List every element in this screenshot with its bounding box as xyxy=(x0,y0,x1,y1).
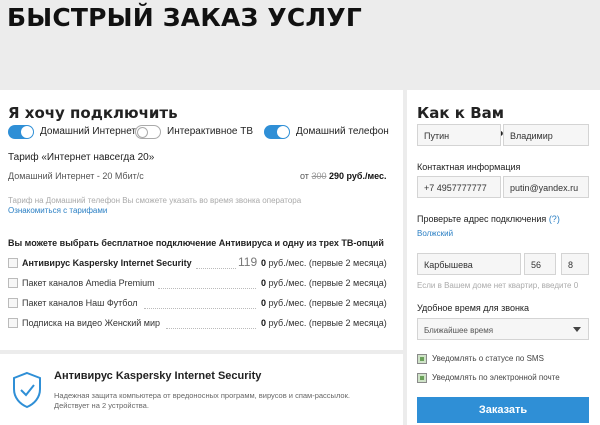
page-title: БЫСТРЫЙ ЗАКАЗ УСЛУГ xyxy=(7,3,362,32)
option-name-amedia: Пакет каналов Amedia Premium xyxy=(22,278,155,288)
antivirus-promo: Антивирус Kaspersky Internet Security На… xyxy=(0,354,403,425)
help-link[interactable]: (?) xyxy=(549,214,560,224)
option-name-nash-futbol: Пакет каналов Наш Футбол xyxy=(22,298,138,308)
option-price-nash-futbol: 0 руб./мес. (первые 2 месяца) xyxy=(261,298,387,308)
time-heading: Удобное время для звонка xyxy=(417,303,530,313)
option-name-zhenskiy-mir: Подписка на видео Женский мир xyxy=(22,318,161,328)
tariffs-link[interactable]: Ознакомиться с тарифами xyxy=(8,206,107,215)
phone-field[interactable]: +7 4957777777 xyxy=(417,176,501,198)
email-notify-label: Уведомлять по электронной почте xyxy=(432,373,560,382)
options-heading: Вы можете выбрать бесплатное подключение… xyxy=(8,238,384,248)
option-checkbox-amedia[interactable] xyxy=(8,278,18,288)
contact-panel: Как к Вам обращаться Путин Владимир Конт… xyxy=(407,90,600,425)
promo-title: Антивирус Kaspersky Internet Security xyxy=(54,370,262,382)
house-field[interactable]: 56 xyxy=(524,253,556,275)
time-select[interactable]: Ближайшее время xyxy=(417,318,589,340)
tariff-note: Тариф на Домашний телефон Вы сможете ука… xyxy=(8,196,302,205)
toggle-home-phone-label: Домашний телефон xyxy=(296,126,389,137)
flat-field[interactable]: 8 xyxy=(561,253,589,275)
price-new: 290 руб./мес. xyxy=(329,171,387,181)
option-checkbox-nash-futbol[interactable] xyxy=(8,298,18,308)
services-panel: Я хочу подключить Домашний Интернет Инте… xyxy=(0,90,403,350)
shield-icon xyxy=(13,371,41,409)
option-checkbox-zhenskiy-mir[interactable] xyxy=(8,318,18,328)
email-field[interactable]: putin@yandex.ru xyxy=(503,176,589,198)
tariff-line: Домашний Интернет - 20 Мбит/с xyxy=(8,171,144,181)
option-name-kaspersky: Антивирус Kaspersky Internet Security xyxy=(22,258,192,268)
last-name-field[interactable]: Путин xyxy=(417,124,501,146)
chevron-down-icon xyxy=(573,327,581,332)
street-field[interactable]: Карбышева xyxy=(417,253,521,275)
leader-dots xyxy=(196,268,236,269)
price-prefix: от xyxy=(300,171,309,181)
contact-info-heading: Контактная информация xyxy=(417,162,521,172)
promo-line-2: Действует на 2 устройства. xyxy=(54,401,149,410)
leader-dots xyxy=(158,288,256,289)
toggle-interactive-tv[interactable] xyxy=(135,125,161,139)
email-notify-checkbox[interactable] xyxy=(417,373,427,383)
address-heading: Проверьте адрес подключения (?) xyxy=(417,214,560,224)
price-old: 300 xyxy=(311,171,327,181)
option-checkbox-kaspersky[interactable] xyxy=(8,258,18,268)
leader-dots xyxy=(144,308,256,309)
option-old-price-kaspersky: 119 xyxy=(238,255,258,269)
city-link[interactable]: Волжский xyxy=(417,229,453,238)
toggle-home-internet[interactable] xyxy=(8,125,34,139)
first-name-field[interactable]: Владимир xyxy=(503,124,589,146)
sms-checkbox[interactable] xyxy=(417,354,427,364)
toggle-home-phone[interactable] xyxy=(264,125,290,139)
option-price-kaspersky: 0 руб./мес. (первые 2 месяца) xyxy=(261,258,387,268)
toggle-interactive-tv-label: Интерактивное ТВ xyxy=(167,126,254,137)
option-price-zhenskiy-mir: 0 руб./мес. (первые 2 месяца) xyxy=(261,318,387,328)
sms-label: Уведомлять о статусе по SMS xyxy=(432,354,544,363)
promo-line-1: Надежная защита компьютера от вредоносны… xyxy=(54,391,350,400)
option-price-amedia: 0 руб./мес. (первые 2 месяца) xyxy=(261,278,387,288)
address-hint: Если в Вашем доме нет квартир, введите 0 xyxy=(417,281,579,290)
leader-dots xyxy=(166,328,256,329)
services-heading: Я хочу подключить xyxy=(8,104,178,122)
order-button[interactable]: Заказать xyxy=(417,397,589,423)
toggle-home-internet-label: Домашний Интернет xyxy=(40,126,137,137)
tariff-name: Тариф «Интернет навсегда 20» xyxy=(8,152,155,163)
tariff-price: от 300 290 руб./мес. xyxy=(300,171,387,181)
